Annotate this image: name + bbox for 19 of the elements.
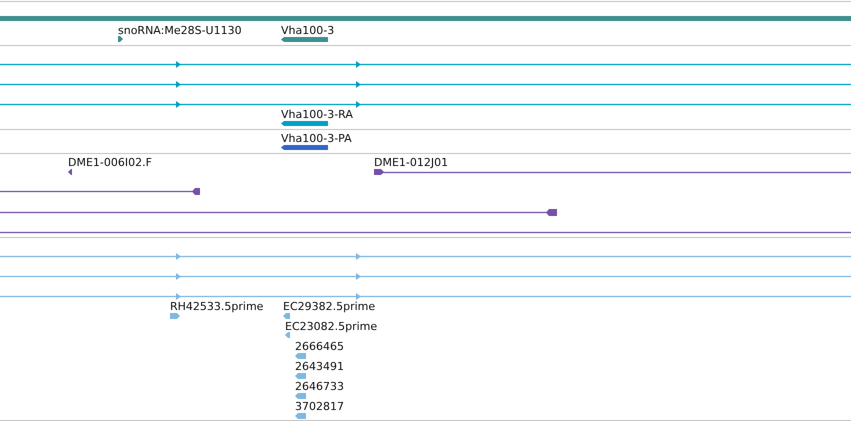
feature-label[interactable]: DME1-012J01 (374, 156, 448, 169)
feature-label[interactable]: 3702817 (295, 400, 344, 413)
feature-glyph[interactable] (281, 37, 328, 42)
feature-label[interactable]: snoRNA:Me28S-U1130 (118, 24, 242, 37)
feature-label[interactable]: RH42533.5prime (170, 300, 264, 313)
feature-glyph[interactable] (281, 121, 328, 126)
feature-label[interactable]: 2666465 (295, 340, 344, 353)
feature-glyph[interactable] (281, 145, 328, 150)
feature-label[interactable]: Vha100-3 (281, 24, 334, 37)
feature-glyph[interactable] (68, 169, 72, 175)
feature-label[interactable]: Vha100-3-PA (281, 132, 352, 145)
feature-label[interactable]: 2646733 (295, 380, 344, 393)
feature-glyph[interactable] (118, 36, 123, 42)
feature-label[interactable]: EC23082.5prime (285, 320, 378, 333)
feature-label[interactable]: EC29382.5prime (283, 300, 376, 313)
feature-glyph[interactable] (374, 169, 384, 175)
feature-label[interactable]: DME1-006I02.F (68, 156, 152, 169)
feature-label[interactable]: Vha100-3-RA (281, 108, 353, 121)
feature-label[interactable]: 2643491 (295, 360, 344, 373)
